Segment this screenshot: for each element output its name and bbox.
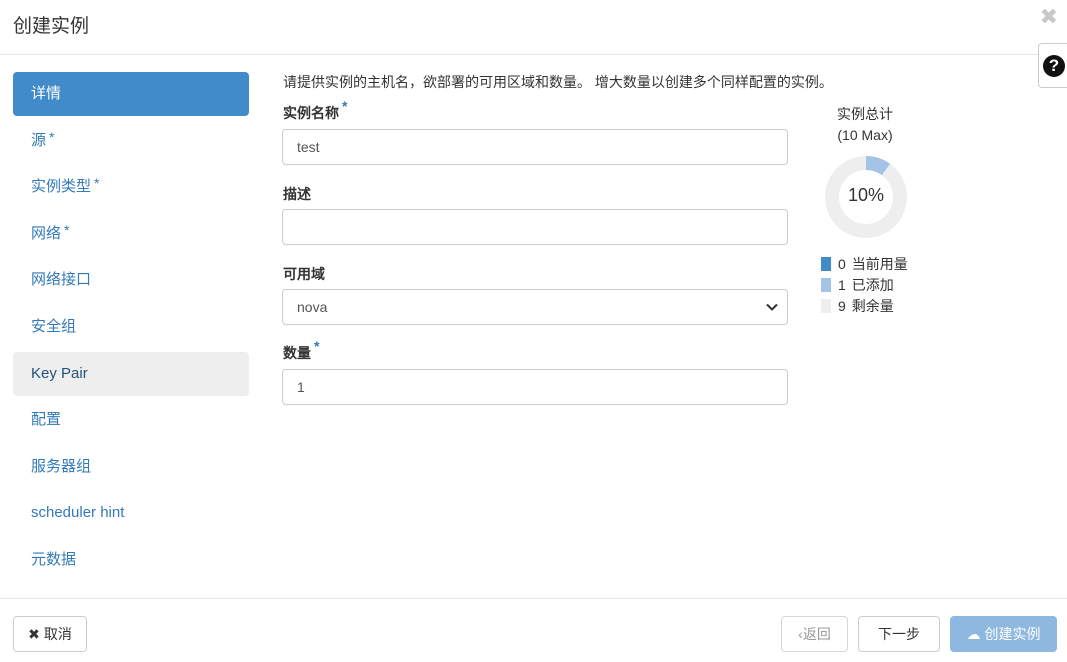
legend-row: 0 当前用量 bbox=[821, 255, 908, 276]
nav-item-label: 详情 bbox=[31, 85, 62, 102]
chevron-down-icon bbox=[766, 303, 778, 311]
nav-item-label: 网络接口 bbox=[31, 271, 92, 289]
nav-item-label: scheduler hint bbox=[31, 504, 125, 522]
legend-count: 9 bbox=[838, 298, 846, 314]
legend-swatch bbox=[821, 299, 831, 313]
help-button[interactable]: ? bbox=[1038, 43, 1067, 88]
availability-zone-select[interactable]: nova bbox=[282, 289, 788, 325]
nav-item-8[interactable]: 服务器组 bbox=[13, 445, 249, 489]
wizard-nav: 详情源 * 实例类型 * 网络 * 网络接口 安全组 Key Pair 配置 服务器组 schedul… bbox=[13, 72, 249, 585]
legend-count: 0 bbox=[838, 256, 846, 272]
next-button[interactable]: 下一步 bbox=[858, 616, 940, 652]
quota-title: 实例总计 bbox=[837, 106, 893, 122]
modal-footer: ✖ 取消 ‹返回 下一步 ☁ 创建实例 bbox=[0, 598, 1067, 662]
close-icon[interactable]: ✖ bbox=[1040, 6, 1058, 28]
required-mark: * bbox=[342, 98, 348, 114]
question-icon: ? bbox=[1043, 55, 1065, 77]
nav-item-10[interactable]: 元数据 bbox=[13, 538, 249, 582]
back-button[interactable]: ‹返回 bbox=[781, 616, 848, 652]
nav-item-label: 服务器组 bbox=[31, 457, 92, 475]
donut-added-arc bbox=[865, 156, 891, 176]
instance-name-label-text: 实例名称 bbox=[283, 105, 339, 121]
modal-title: 创建实例 bbox=[13, 16, 90, 37]
legend-swatch bbox=[821, 278, 831, 292]
legend-label: 当前用量 bbox=[851, 256, 908, 272]
instance-name-input[interactable]: test bbox=[282, 129, 788, 165]
legend-row: 1 已添加 bbox=[821, 276, 908, 297]
nav-item-label: 网络 bbox=[31, 224, 62, 242]
modal-header: 创建实例 ✖ bbox=[0, 0, 1067, 55]
nav-item-label: Key Pair bbox=[31, 364, 88, 382]
count-input[interactable]: 1 bbox=[282, 369, 788, 405]
quota-percent: 10% bbox=[847, 185, 885, 205]
count-label-text: 数量 bbox=[283, 345, 311, 361]
legend-label: 已添加 bbox=[851, 277, 894, 293]
nav-item-5[interactable]: 安全组 bbox=[13, 305, 249, 349]
form-intro: 请提供实例的主机名，欲部署的可用区域和数量。 增大数量以创建多个同样配置的实例。 bbox=[283, 74, 833, 90]
count-value: 1 bbox=[297, 379, 305, 395]
required-mark: * bbox=[49, 128, 55, 145]
nav-item-label: 安全组 bbox=[31, 317, 77, 335]
instance-total-title: 实例总计 (10 Max) bbox=[810, 104, 920, 146]
nav-item-7[interactable]: 配置 bbox=[13, 398, 249, 442]
legend-swatch bbox=[821, 257, 831, 271]
nav-item-label: 实例类型 bbox=[31, 178, 92, 196]
close-icon: ✖ bbox=[28, 626, 40, 642]
nav-item-3[interactable]: 网络 * bbox=[13, 212, 249, 256]
description-label: 描述 bbox=[283, 186, 311, 202]
quota-legend: 0 当前用量 1 已添加 9 剩余量 bbox=[821, 255, 908, 318]
instance-name-value: test bbox=[297, 139, 320, 155]
next-label: 下一步 bbox=[878, 626, 920, 642]
launch-instance-button[interactable]: ☁ 创建实例 bbox=[950, 616, 1057, 652]
legend-label: 剩余量 bbox=[851, 298, 894, 314]
availability-zone-value: nova bbox=[297, 299, 328, 315]
nav-item-1[interactable]: 源 * bbox=[13, 119, 249, 163]
availability-zone-label: 可用域 bbox=[283, 266, 325, 282]
required-mark: * bbox=[64, 221, 70, 238]
cloud-icon: ☁ bbox=[966, 626, 981, 642]
nav-item-label: 配置 bbox=[31, 411, 62, 429]
launch-label: 创建实例 bbox=[984, 626, 1041, 642]
legend-row: 9 剩余量 bbox=[821, 297, 908, 318]
legend-count: 1 bbox=[838, 277, 846, 293]
count-label: 数量 * bbox=[283, 338, 319, 363]
nav-item-label: 元数据 bbox=[31, 550, 77, 568]
nav-item-label: 源 bbox=[31, 131, 47, 149]
create-instance-modal: 创建实例 ✖ ? 详情源 * 实例类型 * 网络 * 网络接口 安全组 Key Pair 配置 服务… bbox=[0, 0, 1067, 662]
nav-item-4[interactable]: 网络接口 bbox=[13, 258, 249, 302]
quota-max: (10 Max) bbox=[837, 127, 893, 143]
cancel-label: 取消 bbox=[43, 626, 72, 642]
required-mark: * bbox=[94, 175, 100, 192]
nav-item-6[interactable]: Key Pair bbox=[13, 351, 249, 396]
description-input[interactable] bbox=[282, 209, 788, 245]
back-label: ‹返回 bbox=[798, 626, 831, 642]
nav-item-0[interactable]: 详情 bbox=[13, 72, 249, 116]
cancel-button[interactable]: ✖ 取消 bbox=[13, 616, 87, 652]
instance-name-label: 实例名称 * bbox=[283, 98, 347, 123]
nav-item-9[interactable]: scheduler hint bbox=[13, 491, 249, 535]
required-mark: * bbox=[314, 338, 320, 354]
nav-item-2[interactable]: 实例类型 * bbox=[13, 165, 249, 209]
